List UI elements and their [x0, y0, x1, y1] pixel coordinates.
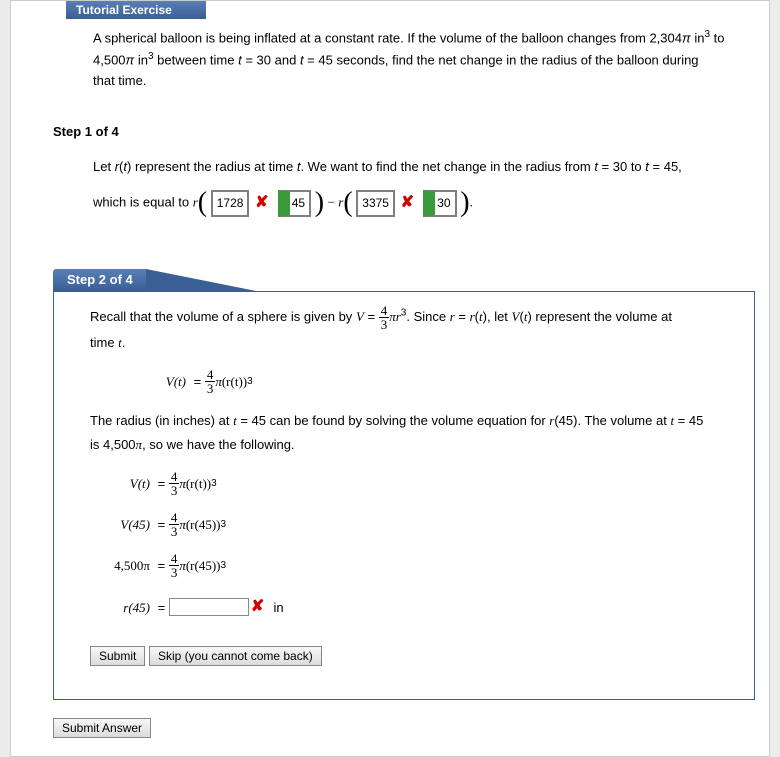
frac: 43 [205, 368, 216, 395]
s2-p1b: . Since [406, 309, 449, 324]
period: . [470, 195, 473, 210]
rhs2: (r(45)) [186, 513, 221, 536]
question-text: A spherical balloon is being inflated at… [11, 19, 769, 120]
frac2: 43 [169, 470, 180, 497]
frac4: 43 [169, 552, 180, 579]
V: V [356, 309, 364, 324]
lparen: ( [198, 187, 207, 218]
s2-p2a: The radius (in inches) at [90, 413, 233, 428]
answer-box-1[interactable]: 1728 [211, 190, 250, 218]
rparen: ) [315, 187, 324, 218]
rhs-rt: (r(t)) [222, 370, 247, 393]
s2-p2c: (45). The volume at [554, 413, 670, 428]
s2-p2d: = 45 [674, 413, 703, 428]
minus: − [328, 195, 339, 210]
rparen: ) [460, 187, 469, 218]
s2-p2b: = 45 can be found by solving the volume … [237, 413, 550, 428]
s2-p1h: time [90, 335, 118, 350]
eq-row-vt: V(t) = 43π(r(t))3 [98, 470, 730, 497]
q-line2-a: 4,500 [93, 52, 126, 67]
eq-vt-def: V(t) = 43π(r(t))3 [134, 368, 730, 395]
exp3b: 3 [247, 373, 253, 391]
q-line3: that time. [93, 73, 146, 88]
s1-h: = 45, [649, 159, 682, 174]
s2-p1a: Recall that the volume of a sphere is gi… [90, 309, 356, 324]
frac-4-3: 43 [379, 304, 390, 331]
q-line1-c: to [710, 30, 724, 45]
tutorial-exercise-header: Tutorial Exercise [66, 1, 206, 19]
submit-answer-button[interactable]: Submit Answer [53, 718, 151, 738]
frac3: 43 [169, 511, 180, 538]
s1-e: ) represent the radius at time [127, 159, 297, 174]
rhs1: (r(t)) [186, 472, 211, 495]
s1-a: Let [93, 159, 115, 174]
q-line2-e: = 45 seconds, find the net change in the… [304, 52, 699, 67]
s2-p2e: is 4,500 [90, 437, 136, 452]
eq-lhs2: V(45) [98, 513, 154, 536]
unit-in [266, 596, 273, 619]
eq-row-r45: r(45) = ✘ in [98, 593, 730, 622]
eq-lhs3: 4,500π [98, 554, 154, 577]
exp3c: 3 [211, 475, 217, 493]
eq-lhs-vt: V(t) [134, 370, 190, 393]
q-line1-b: in [691, 30, 705, 45]
q-line2-b: in [134, 52, 148, 67]
step1-body: Let r(t) represent the radius at time t.… [11, 149, 769, 233]
t4: t [118, 335, 122, 350]
pi-symbol: π [126, 52, 135, 67]
skip-button[interactable]: Skip (you cannot come back) [149, 646, 322, 666]
lparen: ( [343, 187, 352, 218]
s2-p2f: , so we have the following. [142, 437, 294, 452]
s1-l2: which is equal to [93, 195, 193, 210]
step2-tab: Step 2 of 4 [53, 269, 147, 291]
V2: V [512, 309, 520, 324]
wrong-icon: ✘ [255, 194, 268, 211]
eq-row-v45: V(45) = 43π(r(45))3 [98, 511, 730, 538]
r45-input[interactable] [169, 598, 249, 616]
pi-symbol: π [682, 30, 691, 45]
unit-label: in [273, 596, 283, 619]
rhs3: (r(45)) [186, 554, 221, 577]
step2-box: Recall that the volume of a sphere is gi… [53, 291, 755, 700]
q-line2-c: between time [154, 52, 239, 67]
eq-lhs1: V(t) [98, 472, 154, 495]
exp3d: 3 [221, 516, 227, 534]
s2-p1c: = [455, 309, 470, 324]
q-line1-a: A spherical balloon is being inflated at… [93, 30, 682, 45]
s2-p1e: ), let [483, 309, 512, 324]
s1-g: = 30 to [598, 159, 645, 174]
s2-p1g: ) represent the volume at [527, 309, 672, 324]
tab-slope [146, 269, 256, 291]
eq-lhs4: r(45) [98, 596, 154, 619]
submit-button[interactable]: Submit [90, 646, 145, 666]
exp3e: 3 [221, 557, 227, 575]
step1-label: Step 1 of 4 [11, 120, 769, 149]
wrong-icon: ✘ [401, 194, 414, 211]
eq-row-4500: 4,500π = 43π(r(45))3 [98, 552, 730, 579]
s1-f: . We want to find the net change in the … [300, 159, 594, 174]
q-line2-d: = 30 and [242, 52, 300, 67]
answer-box-3[interactable]: 3375 [356, 190, 395, 218]
wrong-icon: ✘ [251, 593, 264, 622]
